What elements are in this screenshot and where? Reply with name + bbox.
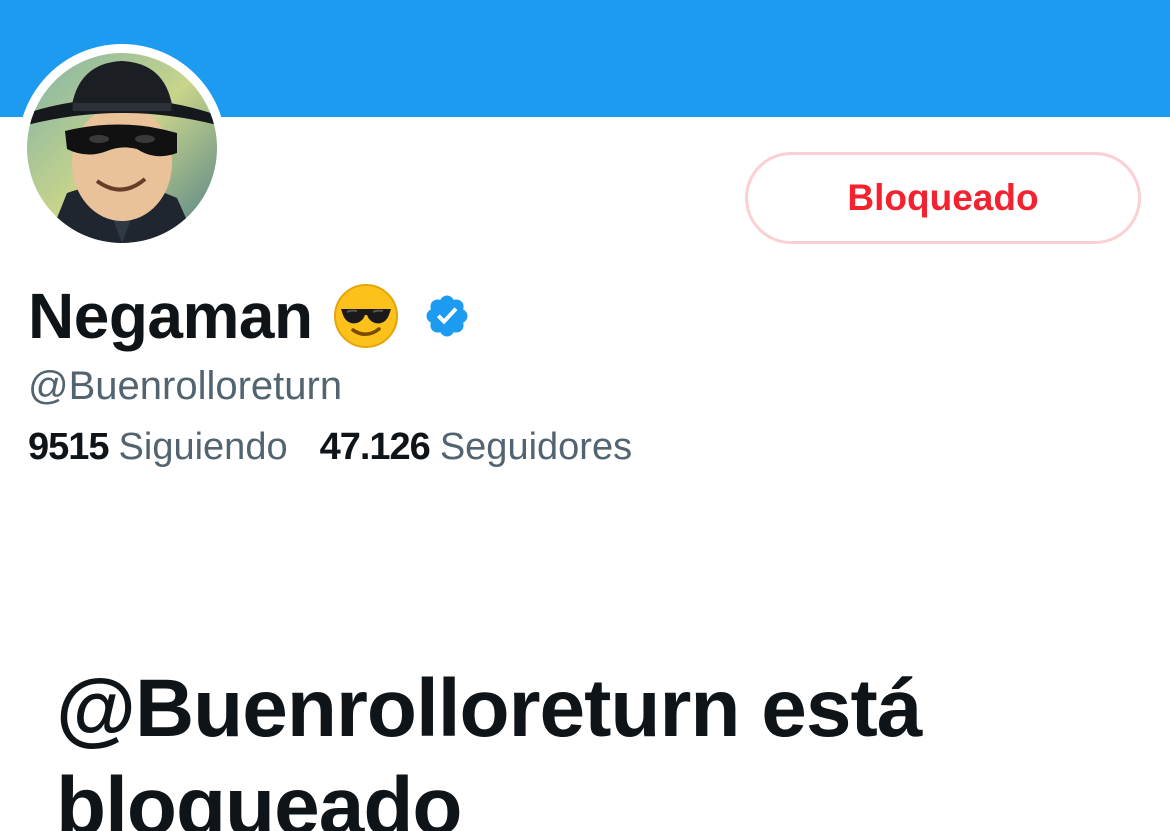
blocked-button-label: Bloqueado xyxy=(847,177,1039,218)
blocked-button[interactable]: Bloqueado xyxy=(745,152,1141,244)
avatar[interactable] xyxy=(27,53,217,243)
following-link[interactable]: 9515 Siguiendo xyxy=(28,426,288,469)
display-name: Negaman xyxy=(28,280,313,352)
followers-count: 47.126 xyxy=(319,426,431,468)
following-label: Siguiendo xyxy=(118,426,288,468)
profile-handle: @Buenrolloreturn xyxy=(28,364,343,408)
sunglasses-emoji-icon xyxy=(333,284,398,348)
blocked-notice-title: @Buenrolloreturn está bloqueado xyxy=(56,663,922,831)
display-name-row: Negaman xyxy=(28,276,471,356)
following-count: 9515 xyxy=(28,426,110,468)
followers-label: Seguidores xyxy=(439,426,633,468)
verified-badge-icon[interactable] xyxy=(423,292,471,340)
avatar-illustration xyxy=(27,53,217,243)
profile-page: Bloqueado Negaman @Buenrolloreturn 9515 … xyxy=(0,0,1170,831)
follow-stats: 9515 Siguiendo 47.126 Seguidores xyxy=(28,426,632,469)
avatar-ring xyxy=(18,44,226,252)
followers-link[interactable]: 47.126 Seguidores xyxy=(320,426,632,469)
